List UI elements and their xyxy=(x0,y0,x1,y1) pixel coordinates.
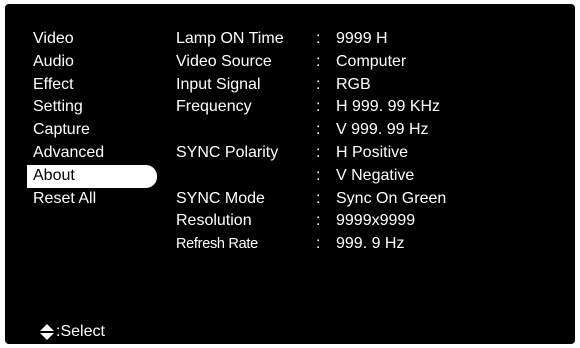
info-label: Frequency xyxy=(176,98,252,116)
info-label: Input Signal xyxy=(176,75,261,93)
info-row-video-source: Video Source : Computer xyxy=(176,51,446,74)
info-label: Video Source xyxy=(176,52,272,70)
info-separator: : xyxy=(316,75,321,93)
info-row-sync-polarity-h: SYNC Polarity : H Positive xyxy=(176,142,446,165)
info-value: 9999x9999 xyxy=(336,212,416,230)
info-separator: : xyxy=(316,30,321,47)
info-value: V 999. 99 Hz xyxy=(336,121,429,139)
menu-item-audio[interactable]: Audio xyxy=(33,51,157,74)
info-label: Refresh Rate xyxy=(176,236,258,253)
info-value: H 999. 99 KHz xyxy=(336,98,441,116)
info-label: Lamp ON Time xyxy=(176,30,284,47)
menu-item-advanced[interactable]: Advanced xyxy=(33,142,157,165)
info-label xyxy=(176,165,316,188)
menu-item-video[interactable]: Video xyxy=(33,28,157,51)
info-separator: : xyxy=(316,121,321,139)
info-value: H Positive xyxy=(336,143,409,161)
menu-item-reset-all[interactable]: Reset All xyxy=(33,188,157,211)
info-row-sync-mode: SYNC Mode : Sync On Green xyxy=(176,188,446,211)
info-row-resolution: Resolution : 9999x9999 xyxy=(176,210,446,233)
osd-screen: Video Audio Effect Setting Capture Advan… xyxy=(5,4,575,344)
info-separator: : xyxy=(316,166,321,184)
info-value: 999. 9 Hz xyxy=(336,235,405,253)
menu-item-setting[interactable]: Setting xyxy=(33,96,157,119)
info-separator: : xyxy=(316,52,321,70)
info-label: SYNC Mode xyxy=(176,189,265,207)
up-down-arrow-icon xyxy=(40,324,54,340)
info-separator: : xyxy=(316,143,321,161)
menu-item-capture[interactable]: Capture xyxy=(33,119,157,142)
info-label xyxy=(176,119,316,142)
info-separator: : xyxy=(316,189,321,207)
footer-hint: :Select xyxy=(39,321,105,343)
info-row-lamp-on-time: Lamp ON Time : 9999 H xyxy=(176,28,446,51)
menu-item-about[interactable]: About xyxy=(27,164,157,188)
footer-select-label: :Select xyxy=(56,323,105,340)
info-label: Resolution xyxy=(176,212,252,230)
info-label: SYNC Polarity xyxy=(176,143,279,161)
info-row-frequency-v: : V 999. 99 Hz xyxy=(176,119,446,142)
menu-item-effect[interactable]: Effect xyxy=(33,74,157,97)
info-row-refresh-rate: Refresh Rate : 999. 9 Hz xyxy=(176,233,446,256)
info-value: RGB xyxy=(336,75,371,93)
info-row-sync-polarity-v: : V Negative xyxy=(176,165,446,188)
info-value: Computer xyxy=(336,52,407,70)
info-row-input-signal: Input Signal : RGB xyxy=(176,74,446,97)
info-value: Sync On Green xyxy=(336,189,447,207)
about-info-panel: Lamp ON Time : 9999 H Video Source : Com… xyxy=(176,28,446,256)
info-value: V Negative xyxy=(336,166,415,184)
info-separator: : xyxy=(316,98,321,116)
info-separator: : xyxy=(316,235,321,253)
info-value: 9999 H xyxy=(336,30,388,47)
info-row-frequency-h: Frequency : H 999. 99 KHz xyxy=(176,96,446,119)
info-separator: : xyxy=(316,212,321,230)
main-menu: Video Audio Effect Setting Capture Advan… xyxy=(27,28,157,211)
